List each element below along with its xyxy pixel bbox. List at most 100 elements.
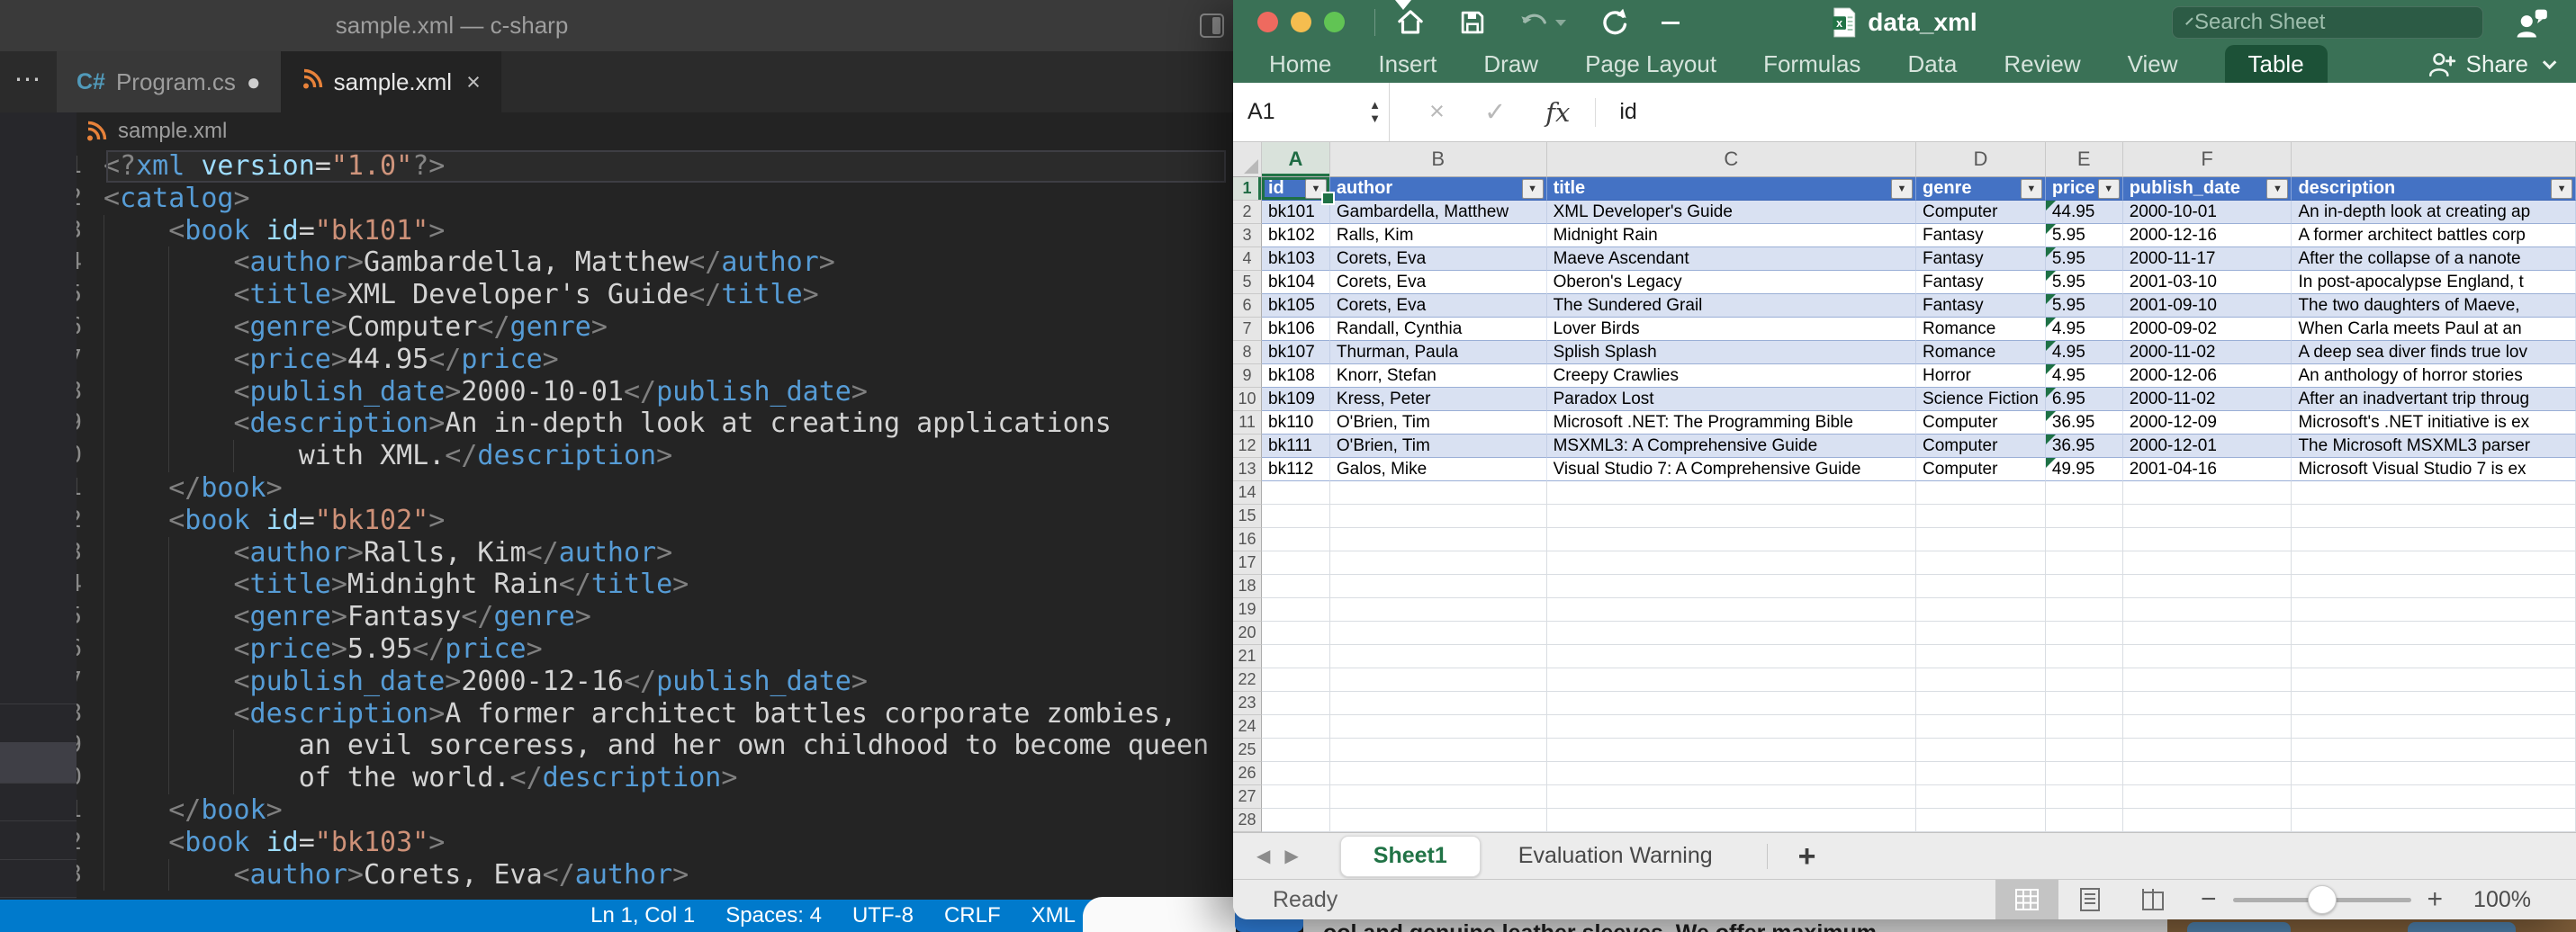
row-header[interactable]: 27 (1233, 785, 1262, 809)
search-scope-chevron-icon[interactable] (2185, 17, 2193, 24)
tab-overflow-menu[interactable]: ⋯ (0, 51, 57, 112)
empty-cell[interactable] (1330, 528, 1547, 551)
row-header[interactable]: 10 (1233, 388, 1262, 411)
ribbon-tab-view[interactable]: View (2128, 45, 2178, 83)
name-box[interactable]: A1 (1233, 83, 1361, 141)
cell[interactable]: 2000-12-06 (2123, 364, 2292, 388)
cell[interactable]: Microsoft's .NET initiative is ex (2292, 411, 2576, 435)
cell[interactable]: The two daughters of Maeve, (2292, 294, 2576, 318)
redo-icon[interactable] (1599, 7, 1629, 38)
code-line[interactable]: 10with XML.</description> (0, 440, 1233, 472)
code-editor[interactable]: 1<?xml version="1.0"?>2<catalog>3<book i… (0, 150, 1233, 900)
cell[interactable]: A deep sea diver finds true lov (2292, 341, 2576, 364)
table-header-cell[interactable]: price▼ (2046, 177, 2123, 201)
table-header-cell[interactable]: description▼ (2292, 177, 2576, 201)
empty-cell[interactable] (1916, 645, 2046, 668)
cell[interactable]: 6.95 (2046, 388, 2123, 411)
cell[interactable]: Science Fiction (1916, 388, 2046, 411)
undo-dropdown-icon[interactable] (1555, 20, 1566, 26)
empty-cell[interactable] (1262, 785, 1330, 809)
cell[interactable]: bk103 (1262, 247, 1330, 271)
empty-cell[interactable] (1330, 645, 1547, 668)
row-header[interactable]: 18 (1233, 575, 1262, 598)
empty-cell[interactable] (2046, 551, 2123, 575)
empty-cell[interactable] (1262, 505, 1330, 528)
column-header-B[interactable]: B (1330, 142, 1547, 177)
empty-cell[interactable] (1547, 762, 1916, 785)
empty-cell[interactable] (1330, 551, 1547, 575)
ribbon-tab-formulas[interactable]: Formulas (1763, 45, 1860, 83)
ribbon-tab-home[interactable]: Home (1269, 45, 1331, 83)
cell[interactable]: 2000-12-01 (2123, 435, 2292, 458)
cell[interactable]: Knorr, Stefan (1330, 364, 1547, 388)
empty-cell[interactable] (1330, 575, 1547, 598)
table-header-cell[interactable]: publish_date▼ (2123, 177, 2292, 201)
code-line[interactable]: 9<description>An in-depth look at creati… (0, 408, 1233, 440)
empty-cell[interactable] (1916, 598, 2046, 622)
empty-cell[interactable] (1330, 809, 1547, 832)
cell[interactable]: Corets, Eva (1330, 271, 1547, 294)
cell[interactable]: Lover Birds (1547, 318, 1916, 341)
cell[interactable]: 2000-10-01 (2123, 201, 2292, 224)
code-line[interactable]: 7<price>44.95</price> (0, 344, 1233, 376)
collaborate-icon[interactable] (2514, 7, 2548, 44)
cell[interactable]: An anthology of horror stories (2292, 364, 2576, 388)
cell[interactable]: 5.95 (2046, 224, 2123, 247)
column-header-C[interactable]: C (1547, 142, 1916, 177)
cell[interactable]: Midnight Rain (1547, 224, 1916, 247)
row-header[interactable]: 9 (1233, 364, 1262, 388)
row-header[interactable]: 19 (1233, 598, 1262, 622)
empty-cell[interactable] (1916, 692, 2046, 715)
code-line[interactable]: 13<author>Ralls, Kim</author> (0, 537, 1233, 569)
empty-cell[interactable] (1330, 622, 1547, 645)
status-item[interactable]: CRLF (944, 903, 1001, 928)
empty-cell[interactable] (1262, 575, 1330, 598)
cell[interactable]: bk112 (1262, 458, 1330, 481)
name-box-stepper[interactable]: ▲ ▼ (1361, 83, 1390, 141)
empty-cell[interactable] (2046, 598, 2123, 622)
cell[interactable]: 5.95 (2046, 294, 2123, 318)
empty-cell[interactable] (1330, 715, 1547, 739)
empty-cell[interactable] (2292, 528, 2576, 551)
empty-cell[interactable] (2046, 762, 2123, 785)
cell[interactable]: Horror (1916, 364, 2046, 388)
cell[interactable]: Fantasy (1916, 224, 2046, 247)
minimize-traffic-light[interactable] (1291, 12, 1311, 32)
row-header[interactable]: 1 (1233, 177, 1262, 201)
row-header[interactable]: 23 (1233, 692, 1262, 715)
cell[interactable]: 5.95 (2046, 271, 2123, 294)
empty-cell[interactable] (2292, 598, 2576, 622)
cell[interactable]: Corets, Eva (1330, 294, 1547, 318)
row-header[interactable]: 7 (1233, 318, 1262, 341)
cell[interactable]: 49.95 (2046, 458, 2123, 481)
cell[interactable]: MSXML3: A Comprehensive Guide (1547, 435, 1916, 458)
table-header-cell[interactable]: id▼ (1262, 177, 1330, 201)
empty-cell[interactable] (2046, 715, 2123, 739)
cell[interactable]: The Sundered Grail (1547, 294, 1916, 318)
cell[interactable]: 4.95 (2046, 341, 2123, 364)
cell[interactable]: Fantasy (1916, 294, 2046, 318)
table-header-cell[interactable]: genre▼ (1916, 177, 2046, 201)
empty-cell[interactable] (1262, 598, 1330, 622)
page-break-view-button[interactable] (2121, 880, 2184, 919)
search-box[interactable] (2172, 6, 2483, 39)
cell[interactable]: Romance (1916, 318, 2046, 341)
empty-cell[interactable] (1547, 645, 1916, 668)
empty-cell[interactable] (2292, 785, 2576, 809)
empty-cell[interactable] (2292, 575, 2576, 598)
empty-cell[interactable] (2123, 622, 2292, 645)
close-tab-icon[interactable]: × (466, 68, 481, 96)
cell[interactable]: Corets, Eva (1330, 247, 1547, 271)
fx-icon[interactable]: fx (1545, 97, 1570, 128)
empty-cell[interactable] (2123, 715, 2292, 739)
filter-button[interactable]: ▼ (1522, 179, 1544, 199)
sheet-tab-evaluation-warning[interactable]: Evaluation Warning (1481, 836, 1751, 877)
empty-cell[interactable] (1916, 739, 2046, 762)
empty-cell[interactable] (2046, 481, 2123, 505)
cell[interactable]: Computer (1916, 201, 2046, 224)
save-icon[interactable] (1458, 8, 1487, 37)
empty-cell[interactable] (2292, 622, 2576, 645)
row-header[interactable]: 8 (1233, 341, 1262, 364)
cell[interactable]: Creepy Crawlies (1547, 364, 1916, 388)
empty-cell[interactable] (1547, 715, 1916, 739)
